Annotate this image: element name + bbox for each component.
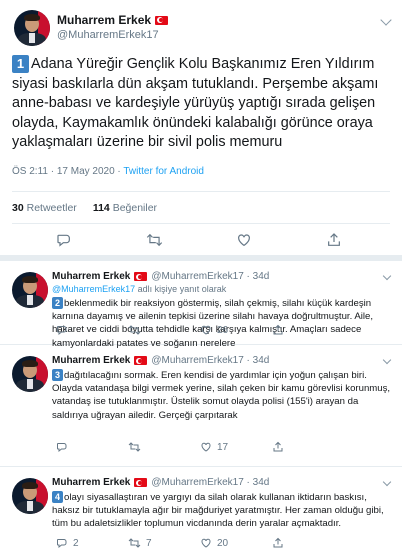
author-name[interactable]: Muharrem Erkek [52, 355, 130, 366]
share-icon[interactable] [326, 232, 342, 248]
author-handle[interactable]: @MuharremErkek17 · 34d [151, 271, 269, 282]
author-name-line[interactable]: Muharrem Erkek [57, 13, 169, 27]
reply-actions: 26 [0, 323, 402, 337]
turkey-flag-icon [134, 478, 148, 487]
tweet-header: Muharrem Erkek @MuharremErkek17 [0, 0, 402, 52]
like-icon[interactable] [236, 232, 252, 248]
reply-icon[interactable] [56, 232, 72, 248]
tweet-text: 1 Adana Yüreğir Gençlik Kolu Başkanımız E… [12, 55, 394, 153]
turkey-flag-icon [134, 272, 148, 281]
author-name[interactable]: Muharrem Erkek [57, 13, 151, 27]
keycap-number-icon: 2 [52, 297, 63, 309]
keycap-number-icon: 4 [52, 491, 63, 503]
like-icon[interactable]: 20 [200, 537, 228, 549]
reply-actions: 17 [0, 440, 402, 454]
reply-text: 4 olayı siyasallaştıran ve yargıyı da sil… [52, 491, 384, 530]
author-handle[interactable]: @MuharremErkek17 · 34d [151, 355, 269, 366]
retweet-count: 7 [146, 537, 152, 549]
like-icon[interactable]: 26 [200, 324, 228, 336]
like-count: 17 [217, 441, 229, 453]
reply-count: 2 [73, 537, 79, 549]
share-icon[interactable] [272, 324, 284, 336]
chevron-down-icon[interactable] [382, 355, 392, 365]
like-icon[interactable]: 17 [200, 441, 228, 453]
share-icon[interactable] [272, 537, 284, 549]
reply-header: Muharrem Erkek @MuharremErkek17 · 34d [52, 355, 269, 366]
author-handle[interactable]: @MuharremErkek17 [57, 29, 159, 41]
share-icon[interactable] [272, 441, 284, 453]
divider [12, 223, 390, 224]
avatar[interactable] [12, 356, 48, 392]
retweet-icon[interactable] [146, 232, 163, 248]
keycap-number-icon: 3 [52, 369, 63, 381]
reply-icon[interactable] [56, 441, 73, 453]
chevron-down-icon[interactable] [382, 477, 392, 487]
retweet-icon[interactable]: 7 [128, 537, 152, 549]
tweet-stats: 30 Retweetler 114 Beğeniler [12, 202, 157, 214]
like-count: 20 [217, 537, 229, 549]
retweet-icon[interactable] [128, 324, 146, 336]
tweet-meta: ÖS 2:11 · 17 May 2020 · Twitter for Andr… [12, 166, 204, 177]
author-name[interactable]: Muharrem Erkek [52, 271, 130, 282]
reply-text: 3 dağıtılacağını sormak. Eren kendisi de … [52, 369, 391, 421]
reply-to-line: @MuharremErkek17 adlı kişiye yanıt olara… [52, 284, 227, 294]
like-count: 26 [217, 324, 229, 336]
tweet-actions [0, 231, 402, 249]
divider [12, 191, 390, 192]
retweets-stat[interactable]: 30 Retweetler [12, 202, 77, 214]
reply-header: Muharrem Erkek @MuharremErkek17 · 34d [52, 477, 269, 488]
tweet-source-link[interactable]: Twitter for Android [123, 166, 204, 177]
reply-to-link[interactable]: @MuharremErkek17 [52, 284, 135, 294]
avatar[interactable] [12, 478, 48, 514]
retweet-icon[interactable] [128, 441, 146, 453]
turkey-flag-icon [134, 356, 148, 365]
turkey-flag-icon [155, 15, 169, 25]
keycap-number-icon: 1 [12, 55, 29, 73]
reply-icon[interactable] [56, 324, 73, 336]
reply-icon[interactable]: 2 [56, 537, 79, 549]
author-handle[interactable]: @MuharremErkek17 · 34d [151, 477, 269, 488]
chevron-down-icon[interactable] [380, 14, 392, 26]
tweet-body: Adana Yüreğir Gençlik Kolu Başkanımız Er… [12, 56, 379, 151]
avatar[interactable] [12, 272, 48, 308]
chevron-down-icon[interactable] [382, 271, 392, 281]
avatar[interactable] [14, 10, 50, 46]
reply-header: Muharrem Erkek @MuharremErkek17 · 34d [52, 271, 269, 282]
reply-actions: 2 7 20 [0, 536, 402, 550]
main-tweet: Muharrem Erkek @MuharremErkek17 1 Adana Y… [0, 0, 402, 247]
tweet-timestamp[interactable]: ÖS 2:11 · 17 May 2020 · [12, 166, 123, 177]
author-name[interactable]: Muharrem Erkek [52, 477, 130, 488]
likes-stat[interactable]: 114 Beğeniler [93, 202, 157, 214]
